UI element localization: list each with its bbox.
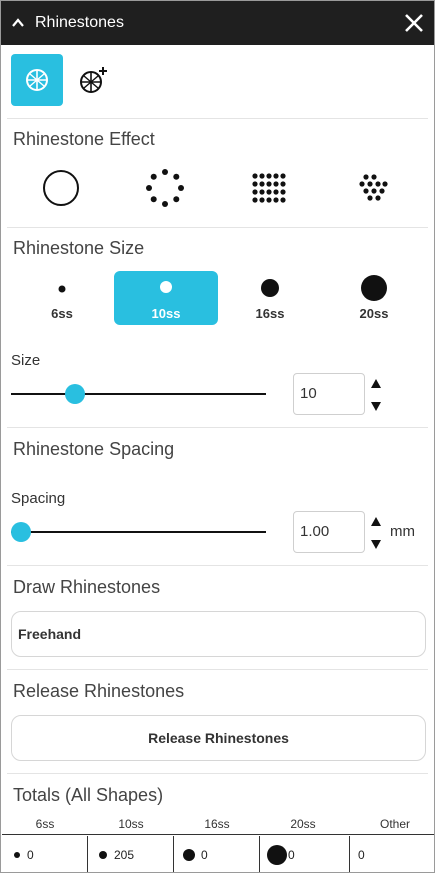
chevron-up-icon[interactable] bbox=[10, 15, 26, 31]
totals-header-20ss: 20ss bbox=[290, 817, 316, 831]
rhinestone-dot-icon bbox=[14, 852, 20, 858]
effect-grid-pattern[interactable] bbox=[218, 160, 320, 216]
size-option-20ss[interactable]: 20ss bbox=[322, 271, 426, 325]
totals-cell-10ss: 205 bbox=[88, 836, 174, 872]
spacing-section-title: Rhinestone Spacing bbox=[13, 439, 175, 459]
totals-value: 0 bbox=[27, 848, 34, 862]
dotted-circle-icon bbox=[146, 169, 184, 207]
draw-section-title: Draw Rhinestones bbox=[13, 577, 161, 597]
size-input[interactable]: 10 bbox=[293, 373, 365, 415]
totals-cell-20ss: 0 bbox=[260, 836, 350, 872]
release-rhinestones-button[interactable]: Release Rhinestones bbox=[11, 715, 426, 761]
add-rhinestone-mode-icon bbox=[80, 67, 107, 93]
totals-cell-16ss: 0 bbox=[174, 836, 260, 872]
divider bbox=[7, 227, 428, 228]
size-slider-track[interactable] bbox=[11, 393, 266, 395]
size-option-label: 20ss bbox=[359, 306, 389, 321]
effect-circle-outline[interactable] bbox=[10, 160, 112, 216]
release-section-title: Release Rhinestones bbox=[13, 681, 185, 701]
spacing-slider-track[interactable] bbox=[11, 531, 266, 533]
totals-header-6ss: 6ss bbox=[35, 817, 55, 831]
totals-value: 0 bbox=[358, 848, 365, 862]
rhinestone-dot-icon bbox=[267, 845, 287, 865]
rhinestone-dot-icon bbox=[183, 849, 195, 861]
effect-scatter-pattern[interactable] bbox=[322, 160, 424, 216]
grid-pattern-icon bbox=[252, 173, 286, 203]
freehand-button[interactable]: Freehand bbox=[11, 611, 426, 657]
spacing-slider-thumb[interactable] bbox=[11, 522, 31, 542]
rhinestone-dot-icon bbox=[58, 285, 66, 293]
close-icon[interactable] bbox=[403, 12, 425, 34]
divider bbox=[7, 773, 428, 774]
rhinestone-dot-icon bbox=[160, 281, 172, 293]
size-section-title: Rhinestone Size bbox=[13, 238, 145, 258]
panel-title: Rhinestones bbox=[35, 14, 124, 31]
rhinestone-dot-icon bbox=[261, 279, 279, 297]
size-slider-thumb[interactable] bbox=[64, 384, 85, 404]
totals-value: 0 bbox=[288, 848, 295, 862]
divider bbox=[7, 565, 428, 566]
rhinestone-mode-icon bbox=[26, 69, 48, 91]
spacing-label: Spacing bbox=[11, 490, 66, 507]
spinner-arrows-icon[interactable] bbox=[370, 516, 382, 550]
effect-dotted-circle[interactable] bbox=[114, 160, 216, 216]
rhinestones-panel: Rhinestones Rhinestone Effect Rhinestone… bbox=[0, 0, 435, 873]
size-option-label: 6ss bbox=[51, 306, 73, 321]
size-label: Size bbox=[11, 352, 41, 369]
size-option-16ss[interactable]: 16ss bbox=[218, 271, 322, 325]
rhinestone-mode-button[interactable] bbox=[11, 54, 63, 106]
effect-section-title: Rhinestone Effect bbox=[13, 129, 155, 149]
totals-cell-other: 0 bbox=[350, 836, 434, 872]
spacing-unit: mm bbox=[390, 523, 415, 540]
totals-value: 0 bbox=[201, 848, 208, 862]
totals-header-other: Other bbox=[379, 817, 410, 831]
circle-outline-icon bbox=[43, 170, 79, 206]
totals-value: 205 bbox=[114, 848, 135, 862]
size-option-10ss[interactable]: 10ss bbox=[114, 271, 218, 325]
rhinestone-dot-icon bbox=[361, 275, 387, 301]
add-rhinestone-mode-button[interactable] bbox=[67, 54, 119, 106]
size-option-6ss[interactable]: 6ss bbox=[10, 271, 114, 325]
divider bbox=[7, 669, 428, 670]
divider bbox=[7, 427, 428, 428]
scatter-pattern-icon bbox=[359, 174, 388, 201]
spacing-input[interactable]: 1.00 bbox=[293, 511, 365, 553]
totals-header-10ss: 10ss bbox=[118, 817, 144, 831]
totals-section-title: Totals (All Shapes) bbox=[13, 785, 164, 805]
divider bbox=[7, 118, 428, 119]
size-option-label: 10ss bbox=[151, 306, 181, 321]
totals-header-16ss: 16ss bbox=[204, 817, 230, 831]
rhinestone-dot-icon bbox=[99, 851, 107, 859]
title-bar: Rhinestones bbox=[1, 1, 434, 45]
spinner-arrows-icon[interactable] bbox=[370, 378, 382, 412]
totals-cell-6ss: 0 bbox=[2, 836, 88, 872]
size-option-label: 16ss bbox=[255, 306, 285, 321]
